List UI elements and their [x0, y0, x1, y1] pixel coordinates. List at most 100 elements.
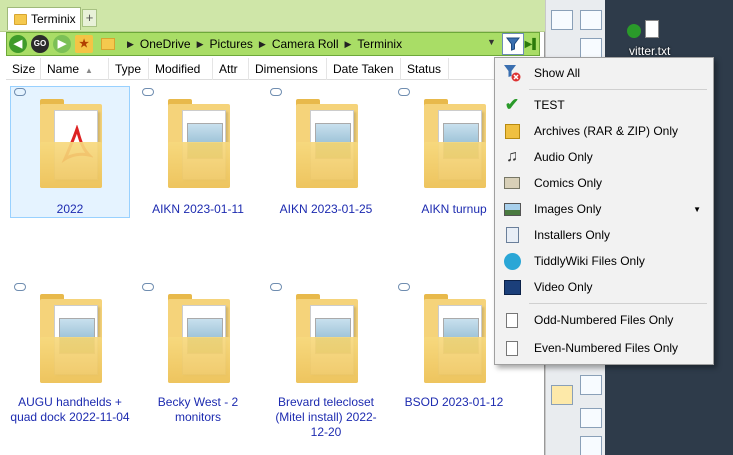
filter-clear-icon [502, 63, 522, 83]
panel-icon[interactable] [580, 38, 602, 58]
menu-item-label: TEST [534, 98, 565, 112]
audio-icon: ♫ [506, 148, 518, 165]
submenu-arrow-icon: ▼ [693, 204, 701, 214]
menu-item-label: Installers Only [534, 228, 611, 242]
breadcrumb-separator: ▶ [258, 38, 266, 49]
folder-icon [424, 294, 486, 383]
tab-terminix[interactable]: Terminix [7, 7, 81, 30]
go-button[interactable]: GO [31, 35, 49, 53]
item-label: BSOD 2023-01-12 [404, 395, 504, 409]
folder-icon [14, 13, 27, 25]
menu-item-label: Images Only [534, 202, 602, 216]
menu-item-audio[interactable]: ♫ Audio Only [497, 144, 711, 170]
folder-icon [168, 99, 230, 188]
breadcrumb: ▶ OneDrive ▶ Pictures ▶ Camera Roll ▶ Te… [99, 34, 402, 54]
column-name[interactable]: Name ▲ [41, 58, 109, 80]
sort-ascending-icon: ▲ [85, 66, 93, 75]
menu-item-images[interactable]: Images Only ▼ [497, 196, 711, 222]
file-icon [502, 310, 522, 330]
cloud-icon [398, 283, 410, 291]
menu-item-archives[interactable]: Archives (RAR & ZIP) Only [497, 118, 711, 144]
dual-pane-icon[interactable] [580, 10, 602, 30]
menu-separator [529, 303, 707, 304]
column-size[interactable]: Size [6, 58, 41, 80]
installer-icon [502, 225, 522, 245]
menu-item-show-all[interactable]: Show All [497, 60, 711, 86]
menu-item-label: Comics Only [534, 176, 603, 190]
folder-icon [424, 99, 486, 188]
desktop-file-label: vitter.txt [629, 44, 671, 58]
item-label: AIKN 2023-01-25 [279, 202, 373, 216]
address-dropdown-icon[interactable]: ▼ [487, 37, 496, 47]
column-name-label: Name [47, 62, 80, 76]
breadcrumb-camera-roll[interactable]: Camera Roll [272, 37, 339, 51]
breadcrumb-terminix[interactable]: Terminix [357, 37, 402, 51]
file-icon [502, 338, 522, 358]
address-bar: ◀ GO ▶ ★ ▶ OneDrive ▶ Pictures ▶ Camera … [6, 32, 540, 56]
tiddlywiki-icon [502, 251, 522, 271]
comics-icon [502, 173, 522, 193]
file-manager-window: Terminix + ◀ GO ▶ ★ ▶ OneDrive ▶ Picture… [0, 0, 545, 455]
column-header: Size Name ▲ Type Modified Attr Dimensions… [6, 58, 540, 80]
folder-icon [40, 294, 102, 383]
tab-label: Terminix [31, 12, 76, 26]
save-icon[interactable] [580, 436, 602, 455]
item-label: 2022 [56, 202, 84, 216]
breadcrumb-separator: ▶ [127, 38, 134, 49]
cloud-icon [270, 283, 282, 291]
folder-icon [168, 294, 230, 383]
breadcrumb-onedrive[interactable]: OneDrive [140, 37, 191, 51]
menu-item-video[interactable]: Video Only [497, 274, 711, 300]
favorites-star-icon[interactable]: ★ [75, 35, 93, 53]
item-label: AUGU handhelds + quad dock 2022-11-04 [10, 395, 130, 424]
column-dimensions[interactable]: Dimensions [249, 58, 327, 80]
column-modified[interactable]: Modified [149, 58, 213, 80]
cloud-icon [14, 283, 26, 291]
video-icon [502, 277, 522, 297]
item-label: Becky West - 2 monitors [157, 395, 239, 424]
menu-item-label: TiddlyWiki Files Only [534, 254, 645, 268]
menu-item-odd-numbered[interactable]: Odd-Numbered Files Only [497, 307, 711, 333]
folder-icon [101, 38, 115, 50]
play-icon[interactable]: ▶▌ [524, 33, 540, 55]
cloud-icon [270, 88, 282, 96]
copy-icon[interactable] [580, 375, 602, 395]
column-attr[interactable]: Attr [213, 58, 249, 80]
image-tool-icon[interactable] [580, 408, 602, 428]
item-label: Brevard telecloset (Mitel install) 2022-… [275, 395, 377, 439]
column-type[interactable]: Type [109, 58, 149, 80]
text-file-icon [645, 20, 659, 38]
item-label: AIKN 2023-01-11 [152, 202, 244, 216]
new-tab-button[interactable]: + [82, 9, 97, 27]
layout-icon[interactable] [551, 10, 573, 30]
cloud-icon [398, 88, 410, 96]
filter-menu: Show All ✔ TEST Archives (RAR & ZIP) Onl… [494, 57, 714, 365]
menu-separator [529, 89, 707, 90]
filter-button[interactable] [502, 33, 524, 55]
menu-item-comics[interactable]: Comics Only [497, 170, 711, 196]
back-arrow-icon[interactable]: ◀ [9, 35, 27, 53]
menu-item-tiddlywiki[interactable]: TiddlyWiki Files Only [497, 248, 711, 274]
archive-icon [502, 121, 522, 141]
breadcrumb-pictures[interactable]: Pictures [210, 37, 253, 51]
folder-icon [296, 99, 358, 188]
folder-icon [40, 99, 102, 188]
column-date-taken[interactable]: Date Taken [327, 58, 401, 80]
sync-check-icon [627, 24, 641, 38]
checkmark-icon: ✔ [504, 95, 520, 114]
menu-item-installers[interactable]: Installers Only [497, 222, 711, 248]
filter-icon [506, 37, 520, 51]
menu-item-label: Audio Only [534, 150, 593, 164]
column-status[interactable]: Status [401, 58, 449, 80]
image-icon [502, 199, 522, 219]
cloud-icon [142, 88, 154, 96]
tab-bar: Terminix + [0, 0, 545, 32]
folder-tool-icon[interactable] [551, 385, 573, 405]
menu-item-label: Video Only [534, 280, 593, 294]
menu-item-even-numbered[interactable]: Even-Numbered Files Only [497, 335, 711, 361]
desktop-file[interactable]: vitter.txt [625, 20, 733, 60]
folder-icon [296, 294, 358, 383]
cloud-icon [142, 283, 154, 291]
forward-arrow-icon[interactable]: ▶ [53, 35, 71, 53]
menu-item-test[interactable]: ✔ TEST [497, 92, 711, 118]
